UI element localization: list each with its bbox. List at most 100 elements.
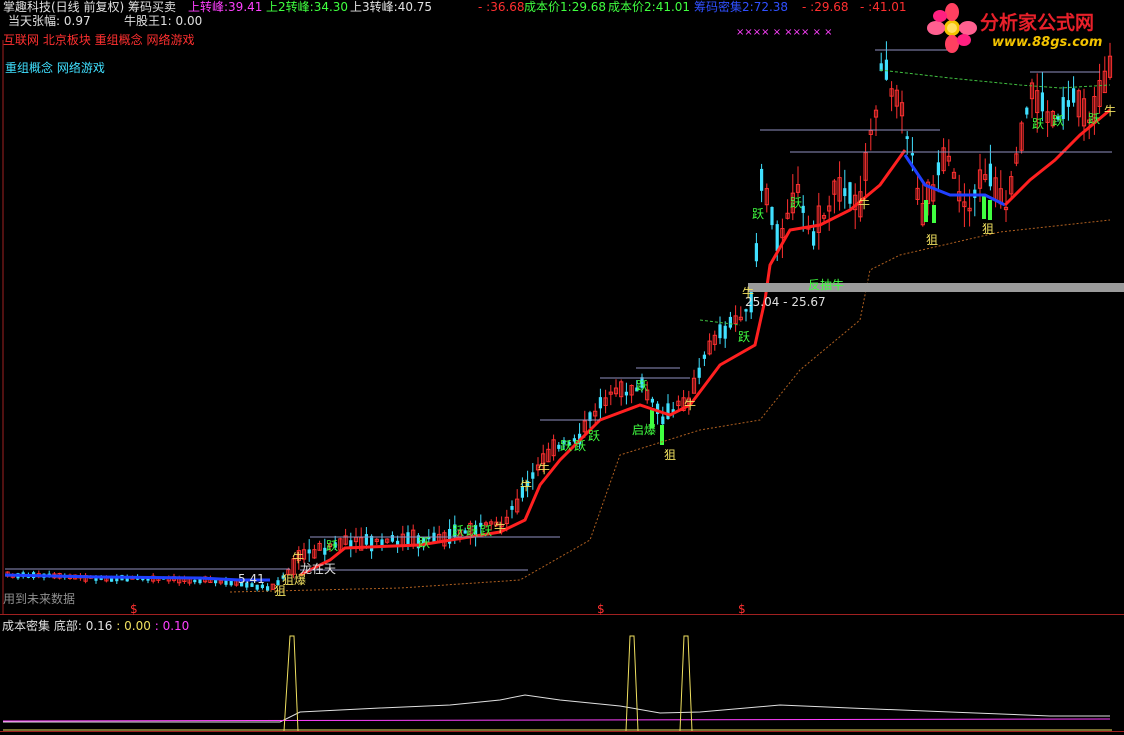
- bull-king-label: 牛股王1:: [124, 14, 172, 28]
- header-field-value: 34.30: [313, 0, 349, 14]
- cost-line-orange: [229, 219, 1111, 593]
- chart-title-bar: 掌趣科技(日线 前复权) 筹码买卖: [3, 0, 176, 14]
- indicator-spike: [625, 635, 639, 732]
- signal-qibao: 启爆: [632, 423, 657, 437]
- candle-body: [848, 182, 852, 204]
- x-marks: ×××× × ××× × ×: [736, 27, 833, 38]
- signal-yue: 跃: [752, 207, 765, 221]
- candle-body: [760, 168, 764, 191]
- candlestick-series: [5, 41, 1113, 592]
- header-field: 上2转峰:34.30: [266, 0, 348, 14]
- candle-body: [390, 535, 394, 542]
- header-field-label: 筹码密集2:: [694, 0, 754, 14]
- candle-body: [744, 309, 748, 312]
- site-url: www.88gs.com: [992, 35, 1103, 50]
- header-field-value: 72.38: [753, 0, 789, 14]
- header-field-label: - :: [802, 0, 815, 14]
- indicator-label: 底部:: [53, 619, 82, 633]
- candle-body: [1066, 100, 1070, 107]
- signal-niu: 牛: [538, 462, 551, 476]
- candle-body: [370, 535, 374, 552]
- signal-yue: 跃: [588, 429, 601, 443]
- indicator-v3: 0.10: [162, 619, 190, 633]
- candle-body: [598, 397, 602, 409]
- indicator-header: 成本密集 底部: 0.16 : 0.00 : 0.10: [2, 619, 189, 633]
- signal-niu: 牛: [858, 197, 871, 211]
- candle-body: [531, 472, 535, 479]
- signal-yue: 跃: [636, 379, 649, 393]
- bull-king: 牛股王1: 0.00: [124, 14, 202, 28]
- candle-body: [812, 231, 816, 246]
- highlight-candle: [932, 205, 936, 223]
- bull-king-value: 0.00: [175, 14, 203, 28]
- header-field: 成本价1:29.68: [524, 0, 606, 14]
- candle-body: [801, 205, 805, 213]
- signal-fantan: 反抽牛: [808, 278, 845, 292]
- candle-body: [910, 153, 914, 156]
- signal-yue: 跃: [1088, 112, 1101, 126]
- header-field-value: 40.75: [397, 0, 433, 14]
- candle-body: [723, 325, 727, 339]
- header-field-label: 成本价1:: [524, 0, 572, 14]
- highlight-candle: [924, 200, 928, 222]
- amplitude-value: 0.97: [63, 14, 91, 28]
- header-field-value: 39.41: [228, 0, 263, 14]
- signal-jue: 狙: [926, 233, 939, 247]
- signal-yue: 跃: [418, 536, 431, 550]
- header-field: 筹码密集2:72.38: [694, 0, 788, 14]
- candle-body: [1025, 107, 1029, 115]
- amplitude-label: 当天张幅:: [8, 14, 61, 28]
- signal-yue: 跃: [466, 524, 479, 538]
- signal-niu: 牛: [520, 479, 533, 493]
- signal-yue: 跃: [574, 439, 587, 453]
- candle-body: [307, 549, 311, 554]
- flower-logo-icon: [927, 3, 977, 53]
- header-field-label: - :: [860, 0, 873, 14]
- candle-body: [843, 188, 847, 197]
- candle-body: [697, 367, 701, 378]
- concept-tags-red: 互联网 北京板块 重组概念 网络游戏: [3, 33, 195, 47]
- candle-body: [380, 539, 384, 545]
- indicator-v1: 0.16: [85, 619, 113, 633]
- signal-yue: 跃: [790, 196, 803, 210]
- future-data-note: 用到未来数据: [3, 592, 76, 606]
- indicator-line-white: [3, 694, 1110, 723]
- signal-yue: 跃: [1052, 114, 1065, 128]
- candle-body: [266, 586, 270, 591]
- highlight-candle: [988, 200, 992, 220]
- candle-body: [702, 354, 706, 359]
- candle-body: [905, 136, 909, 140]
- signal-yue: 跃: [560, 439, 573, 453]
- resistance-line-green: [879, 69, 1111, 89]
- candle-body: [1072, 88, 1076, 103]
- candle-body: [650, 398, 654, 403]
- candle-body: [510, 506, 514, 510]
- candle-body: [666, 403, 670, 419]
- signal-jue: 狙: [982, 222, 995, 236]
- header-field: 成本价2:41.01: [608, 0, 690, 14]
- concept-tags-cyan: 重组概念 网络游戏: [5, 61, 105, 75]
- dollar-mark: $: [130, 602, 138, 616]
- signal-yue: 跃: [452, 524, 465, 538]
- dollar-mark: $: [738, 602, 746, 616]
- header-field: 上转峰:39.41: [188, 0, 262, 14]
- site-name: 分析家公式网: [980, 12, 1095, 34]
- header-field-value: 41.01: [872, 0, 907, 14]
- candle-body: [988, 163, 992, 187]
- candle-body: [770, 206, 774, 226]
- cost-density-indicator: [2, 635, 1112, 732]
- header-field-label: 成本价2:: [608, 0, 656, 14]
- indicator-sep: :: [116, 619, 121, 633]
- header-field-value: 41.01: [655, 0, 691, 14]
- header-field-label: 上3转峰:: [350, 0, 398, 14]
- candle-body: [775, 224, 779, 252]
- header-field-label: - :: [478, 0, 491, 14]
- header-field-value: 29.68: [814, 0, 849, 14]
- indicator-v2: 0.00: [124, 619, 151, 633]
- candle-body: [349, 540, 353, 547]
- header-field-value: 36.68: [490, 0, 525, 14]
- site-watermark: 分析家公式网 www.88gs.com: [924, 2, 1120, 54]
- candle-body: [754, 243, 758, 262]
- signal-niu: 牛: [742, 286, 755, 300]
- header-field: - :29.68: [802, 0, 849, 14]
